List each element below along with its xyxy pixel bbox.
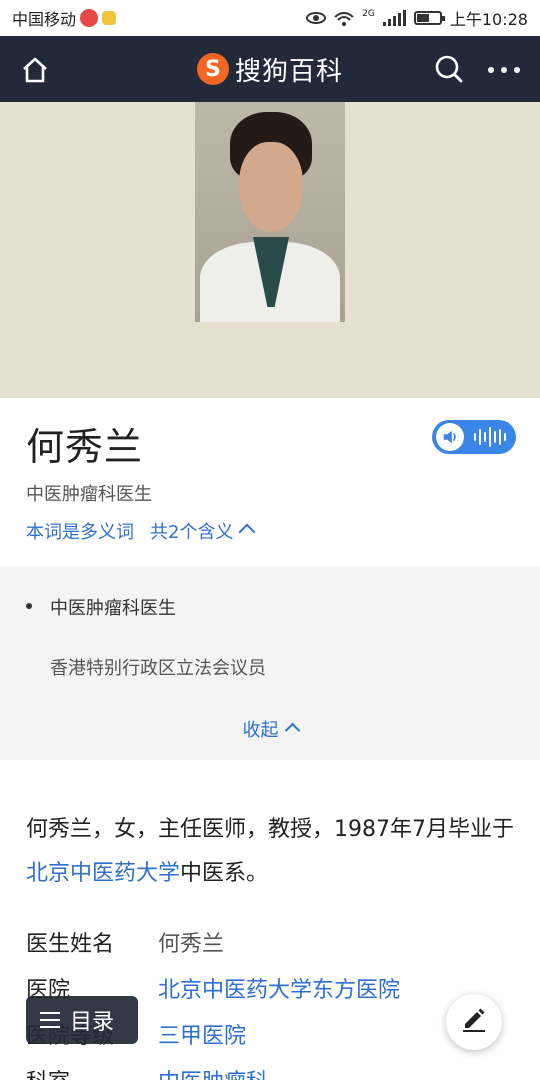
hero-banner — [0, 102, 540, 398]
notification-gift-icon — [102, 11, 117, 25]
collapse-button[interactable]: 收起 — [0, 716, 540, 742]
meaning-item-current[interactable]: 中医肿瘤科医生 — [50, 594, 176, 620]
network-type-label: 2G — [362, 9, 375, 19]
status-right: 2G 上午10:28 — [306, 6, 528, 30]
polysemy-toggle[interactable]: 共2个含义 — [150, 518, 256, 544]
clock: 上午10:28 — [449, 10, 528, 29]
collapse-label: 收起 — [242, 720, 279, 741]
university-link[interactable]: 北京中医药大学 — [26, 861, 180, 886]
menu-icon — [40, 1012, 60, 1028]
more-icon[interactable] — [488, 56, 520, 84]
pencil-icon — [460, 1006, 488, 1038]
battery-level — [416, 14, 429, 22]
intro-paragraph: 何秀兰，女，主任医师，教授，1987年7月毕业于北京中医药大学中医系。 — [26, 808, 516, 896]
search-icon[interactable] — [434, 54, 464, 84]
app-header: S 搜狗百科 — [0, 36, 540, 102]
status-bar: 中国移动 2G 上午10:28 — [0, 0, 540, 36]
battery-icon — [413, 11, 445, 25]
info-value: 何秀兰 — [158, 932, 225, 957]
info-key: 科室 — [26, 1064, 158, 1080]
edit-button[interactable] — [446, 994, 502, 1050]
signal-icon — [382, 10, 406, 26]
chevron-up-icon — [284, 722, 300, 739]
intro-text-end: 中医系。 — [180, 861, 269, 886]
eye-icon — [306, 12, 327, 24]
chevron-up-icon — [238, 523, 256, 541]
carrier-label: 中国移动 — [12, 10, 77, 29]
portrait-image[interactable] — [195, 102, 345, 322]
brand-name: 搜狗百科 — [234, 56, 343, 87]
hospital-link[interactable]: 北京中医药大学东方医院 — [158, 972, 400, 1004]
toc-button[interactable]: 目录 — [26, 996, 138, 1044]
intro-text: 何秀兰，女，主任医师，教授，1987年7月毕业于 — [26, 817, 514, 842]
sogou-logo-icon: S — [196, 53, 229, 85]
entry-header: 何秀兰 中医肿瘤科医生 本词是多义词 共2个含义 — [0, 398, 540, 566]
entry-title: 何秀兰 — [26, 425, 144, 469]
brand-logo[interactable]: S 搜狗百科 — [196, 51, 343, 88]
polysemy-link[interactable]: 本词是多义词 — [26, 518, 134, 544]
wifi-icon — [334, 11, 354, 26]
meaning-item-other[interactable]: 香港特别行政区立法会议员 — [50, 654, 266, 680]
current-meaning-bullet — [26, 603, 32, 609]
speaker-icon — [436, 423, 464, 451]
hospital-level-link[interactable]: 三甲医院 — [158, 1018, 246, 1050]
info-row-department: 科室 中医肿瘤科 — [26, 1064, 268, 1080]
department-link[interactable]: 中医肿瘤科 — [158, 1064, 268, 1080]
audio-play-button[interactable] — [432, 420, 516, 454]
polysemy-bar: 本词是多义词 共2个含义 — [26, 518, 256, 544]
status-left: 中国移动 — [12, 6, 117, 30]
home-icon[interactable] — [20, 55, 50, 85]
entry-subtitle: 中医肿瘤科医生 — [26, 484, 152, 505]
toc-label: 目录 — [70, 1010, 115, 1035]
polysemy-count: 共2个含义 — [150, 522, 234, 543]
info-row-doctor-name: 医生姓名 何秀兰 — [26, 926, 224, 958]
sound-wave-icon — [474, 427, 506, 447]
meanings-panel: 中医肿瘤科医生 香港特别行政区立法会议员 收起 — [0, 566, 540, 760]
notification-app-icon — [80, 9, 99, 27]
info-key: 医生姓名 — [26, 932, 115, 957]
